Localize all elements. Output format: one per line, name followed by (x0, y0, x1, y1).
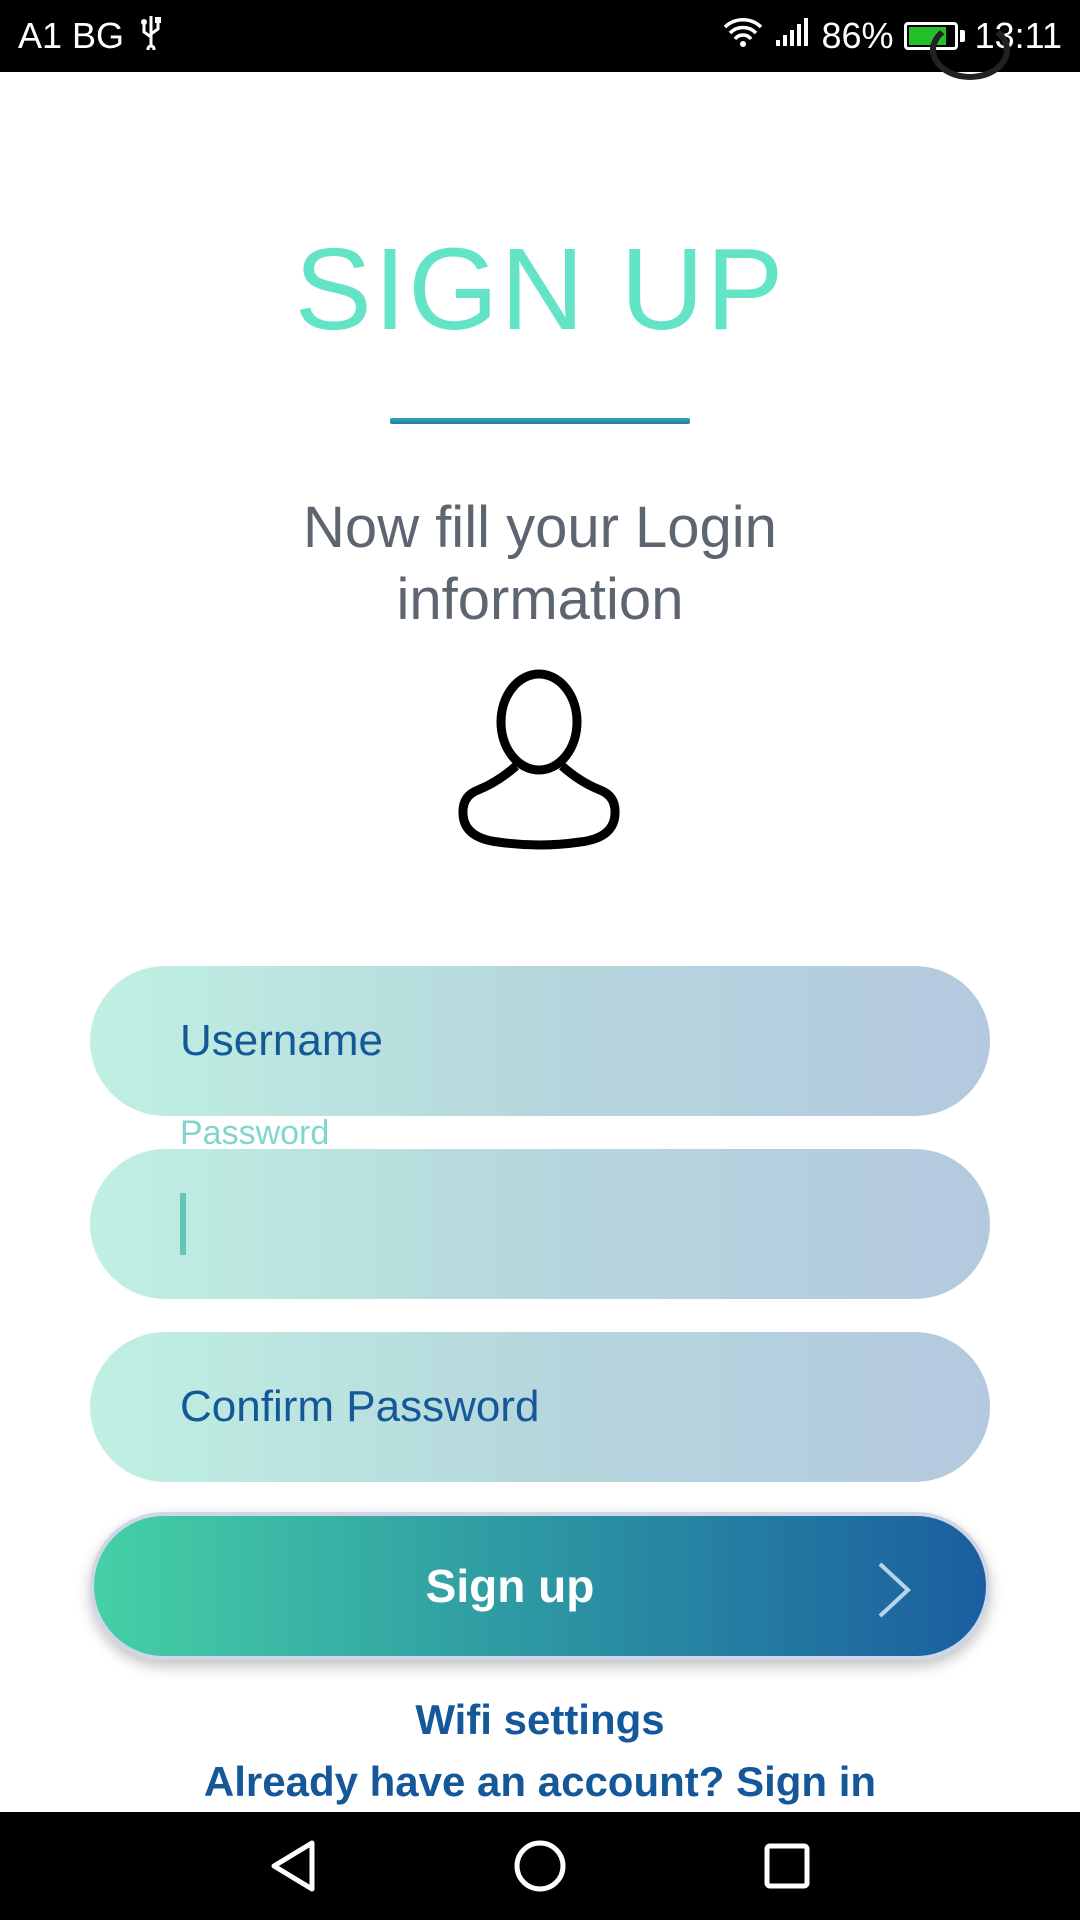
back-button[interactable] (263, 1836, 323, 1896)
username-placeholder: Username (180, 1016, 383, 1065)
wifi-settings-link[interactable]: Wifi settings (0, 1696, 1080, 1744)
password-floating-label: Password (180, 1114, 330, 1152)
username-field[interactable]: Username (90, 966, 990, 1116)
confirm-password-placeholder: Confirm Password (180, 1382, 540, 1431)
battery-percent: 86% (821, 15, 894, 56)
signup-button-label: Sign up (425, 1560, 595, 1612)
home-circle-icon (514, 1840, 566, 1892)
wifi-icon (722, 15, 764, 57)
status-right: 86% 13:11 (722, 15, 1062, 57)
status-bar: A1 BG 86% 13:11 (0, 0, 1080, 72)
title-divider (390, 418, 690, 424)
signal-icon (774, 15, 812, 57)
confirm-password-field[interactable]: Confirm Password (90, 1332, 990, 1482)
user-avatar-icon (458, 669, 620, 850)
page-title: SIGN UP (294, 224, 786, 354)
status-left: A1 BG (18, 14, 164, 59)
navigation-bar (0, 1812, 1080, 1920)
home-button[interactable] (510, 1836, 570, 1896)
password-field[interactable] (90, 1149, 990, 1299)
subtitle-text: Now fill your Login information (303, 495, 777, 632)
corner-partial-circle-icon (930, 20, 1010, 80)
recents-square-icon (764, 1843, 810, 1889)
carrier-text: A1 BG (18, 15, 125, 56)
usb-icon (138, 14, 164, 59)
chevron-right-icon (878, 1562, 911, 1618)
sign-in-link[interactable]: Already have an account? Sign in (0, 1758, 1080, 1806)
back-triangle-icon (271, 1840, 315, 1892)
text-caret (180, 1193, 186, 1255)
signup-button[interactable]: Sign up (90, 1512, 990, 1660)
page-subtitle: Now fill your Login information (0, 492, 1080, 636)
recents-button[interactable] (757, 1836, 817, 1896)
